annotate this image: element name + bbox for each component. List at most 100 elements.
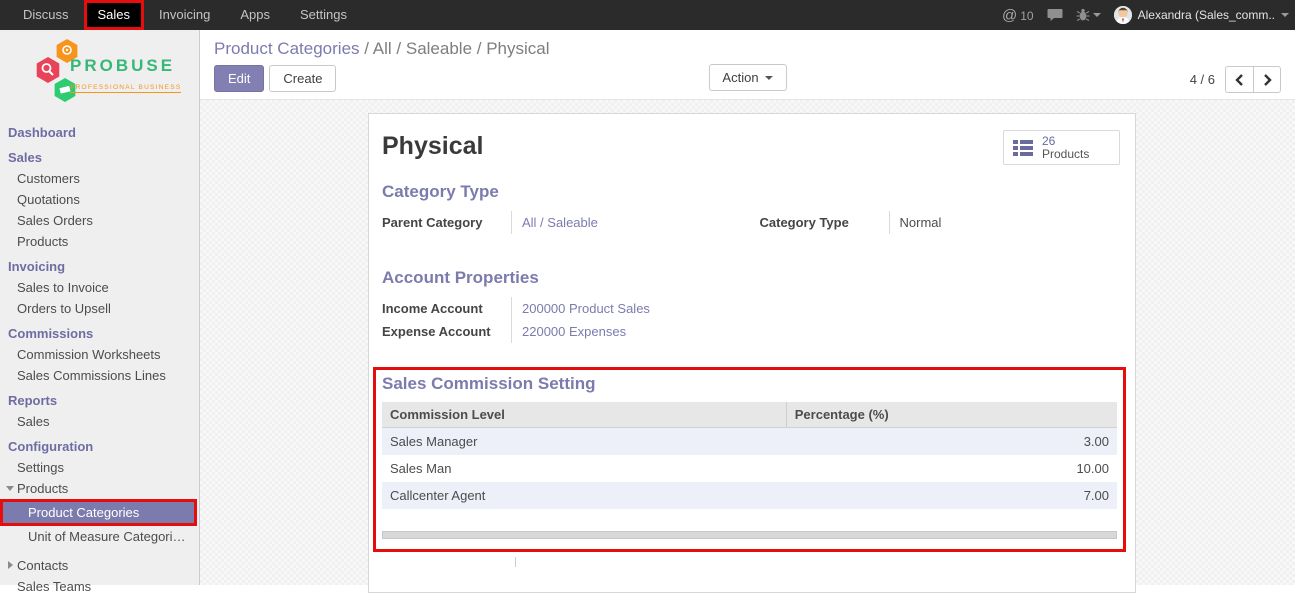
logo-subtitle: PROFESSIONAL BUSINESS [70, 84, 181, 93]
pager: 4 / 6 [1190, 66, 1281, 93]
horizontal-scrollbar[interactable] [382, 531, 1117, 539]
sidebar-item-product-categories[interactable]: Product Categories [0, 499, 197, 526]
commission-level-cell: Sales Manager [382, 428, 786, 456]
sidebar-item-label: Products [17, 481, 68, 496]
chevron-left-icon [1234, 73, 1246, 87]
sidebar-item-sales-commissions-lines[interactable]: Sales Commissions Lines [0, 365, 199, 386]
sidebar-item-contacts[interactable]: Contacts [0, 555, 199, 576]
form-sheet: 26 Products Physical Category Type Paren… [368, 113, 1136, 593]
table-row[interactable]: Sales Manager 3.00 [382, 428, 1117, 456]
section-title-account-properties: Account Properties [382, 268, 1121, 288]
percentage-cell: 7.00 [786, 482, 1117, 509]
sidebar-item-sales-teams[interactable]: Sales Teams [0, 576, 199, 597]
logo-title: PROBUSE [70, 56, 181, 76]
sidebar-item-customers[interactable]: Customers [0, 168, 199, 189]
chevron-right-icon [8, 561, 13, 569]
percentage-cell: 10.00 [786, 455, 1117, 482]
field-separator [515, 557, 516, 567]
action-dropdown-button[interactable]: Action [708, 64, 786, 91]
sidebar-item-orders-to-upsell[interactable]: Orders to Upsell [0, 298, 199, 319]
table-row[interactable]: Sales Man 10.00 [382, 455, 1117, 482]
pager-previous-button[interactable] [1225, 66, 1253, 93]
sidebar: PROBUSE PROFESSIONAL BUSINESS Dashboard … [0, 30, 200, 585]
sidebar-header-sales[interactable]: Sales [0, 147, 199, 168]
sidebar-item-settings[interactable]: Settings [0, 457, 199, 478]
section-title-sales-commission-setting: Sales Commission Setting [382, 374, 1117, 394]
field-label: Income Account [382, 297, 511, 320]
sidebar-item-sales-to-invoice[interactable]: Sales to Invoice [0, 277, 199, 298]
menu-sales[interactable]: Sales [84, 0, 145, 30]
sidebar-header-configuration[interactable]: Configuration [0, 436, 199, 457]
menu-discuss[interactable]: Discuss [8, 0, 84, 30]
activity-count-badge: 10 [1020, 9, 1033, 23]
sidebar-item-quotations[interactable]: Quotations [0, 189, 199, 210]
create-button[interactable]: Create [269, 65, 336, 92]
sidebar-item-sales-orders[interactable]: Sales Orders [0, 210, 199, 231]
edit-button[interactable]: Edit [214, 65, 264, 92]
chevron-down-icon [1093, 13, 1101, 17]
top-navbar: Discuss Sales Invoicing Apps Settings @ … [0, 0, 1295, 30]
field-category-type: Category Type Normal [760, 211, 1122, 234]
sidebar-header-commissions[interactable]: Commissions [0, 323, 199, 344]
user-menu[interactable]: Alexandra (Sales_comm.. [1114, 6, 1289, 24]
debug-menu-button[interactable] [1076, 8, 1101, 22]
section-title-category-type: Category Type [382, 182, 1121, 202]
income-account-value[interactable]: 200000 Product Sales [511, 297, 744, 320]
commission-level-cell: Sales Man [382, 455, 786, 482]
parent-category-value[interactable]: All / Saleable [511, 211, 744, 234]
products-stat-button[interactable]: 26 Products [1003, 130, 1120, 165]
main-area: Product Categories / All / Saleable / Ph… [200, 30, 1295, 585]
sidebar-item-products[interactable]: Products [0, 231, 199, 252]
pager-next-button[interactable] [1253, 66, 1281, 93]
table-header-row: Commission Level Percentage (%) [382, 402, 1117, 428]
menu-invoicing[interactable]: Invoicing [144, 0, 225, 30]
messages-button[interactable] [1047, 8, 1063, 22]
breadcrumb-separator: / [364, 39, 369, 58]
stat-label: Products [1042, 148, 1089, 161]
bug-icon [1076, 8, 1090, 22]
sidebar-item-label: Contacts [17, 558, 68, 573]
field-income-account: Income Account 200000 Product Sales [382, 297, 744, 320]
chevron-down-icon [765, 76, 773, 80]
field-expense-account: Expense Account 220000 Expenses [382, 320, 744, 343]
systray: @ 10 [1002, 0, 1289, 30]
action-label: Action [722, 70, 758, 85]
activities-button[interactable]: @ 10 [1002, 7, 1034, 24]
menu-settings[interactable]: Settings [285, 0, 362, 30]
sidebar-item-products-config[interactable]: Products [0, 478, 199, 499]
field-label: Parent Category [382, 211, 511, 234]
field-parent-category: Parent Category All / Saleable [382, 211, 744, 234]
commission-table: Commission Level Percentage (%) Sales Ma… [382, 402, 1117, 509]
control-panel: Product Categories / All / Saleable / Ph… [200, 30, 1295, 100]
avatar [1114, 6, 1132, 24]
chevron-right-icon [1261, 73, 1273, 87]
pager-count: 4 / 6 [1190, 72, 1215, 87]
sidebar-item-commission-worksheets[interactable]: Commission Worksheets [0, 344, 199, 365]
breadcrumb-current: All / Saleable / Physical [373, 39, 550, 58]
app-menus: Discuss Sales Invoicing Apps Settings [8, 0, 362, 30]
app-logo[interactable]: PROBUSE PROFESSIONAL BUSINESS [0, 30, 199, 116]
sidebar-header-dashboard[interactable]: Dashboard [0, 122, 199, 143]
column-header-commission-level[interactable]: Commission Level [382, 402, 786, 428]
category-type-value: Normal [889, 211, 1122, 234]
percentage-cell: 3.00 [786, 428, 1117, 456]
content-background: 26 Products Physical Category Type Paren… [200, 100, 1295, 585]
at-icon: @ [1002, 7, 1017, 24]
table-row[interactable]: Callcenter Agent 7.00 [382, 482, 1117, 509]
chevron-down-icon [1281, 13, 1289, 17]
breadcrumb-link[interactable]: Product Categories [214, 39, 360, 58]
list-icon [1013, 140, 1033, 156]
user-name: Alexandra (Sales_comm.. [1138, 8, 1275, 22]
expense-account-value[interactable]: 220000 Expenses [511, 320, 744, 343]
chevron-down-icon [6, 486, 14, 491]
column-header-percentage[interactable]: Percentage (%) [786, 402, 1117, 428]
sidebar-header-reports[interactable]: Reports [0, 390, 199, 411]
sidebar-item-reports-sales[interactable]: Sales [0, 411, 199, 432]
menu-apps[interactable]: Apps [225, 0, 285, 30]
field-label: Category Type [760, 211, 889, 234]
breadcrumb: Product Categories / All / Saleable / Ph… [200, 30, 1295, 59]
form-buttons: Edit Create [214, 65, 336, 92]
sidebar-item-unit-of-measure-categories[interactable]: Unit of Measure Categori… [0, 526, 199, 547]
field-label: Expense Account [382, 320, 511, 343]
sidebar-header-invoicing[interactable]: Invoicing [0, 256, 199, 277]
